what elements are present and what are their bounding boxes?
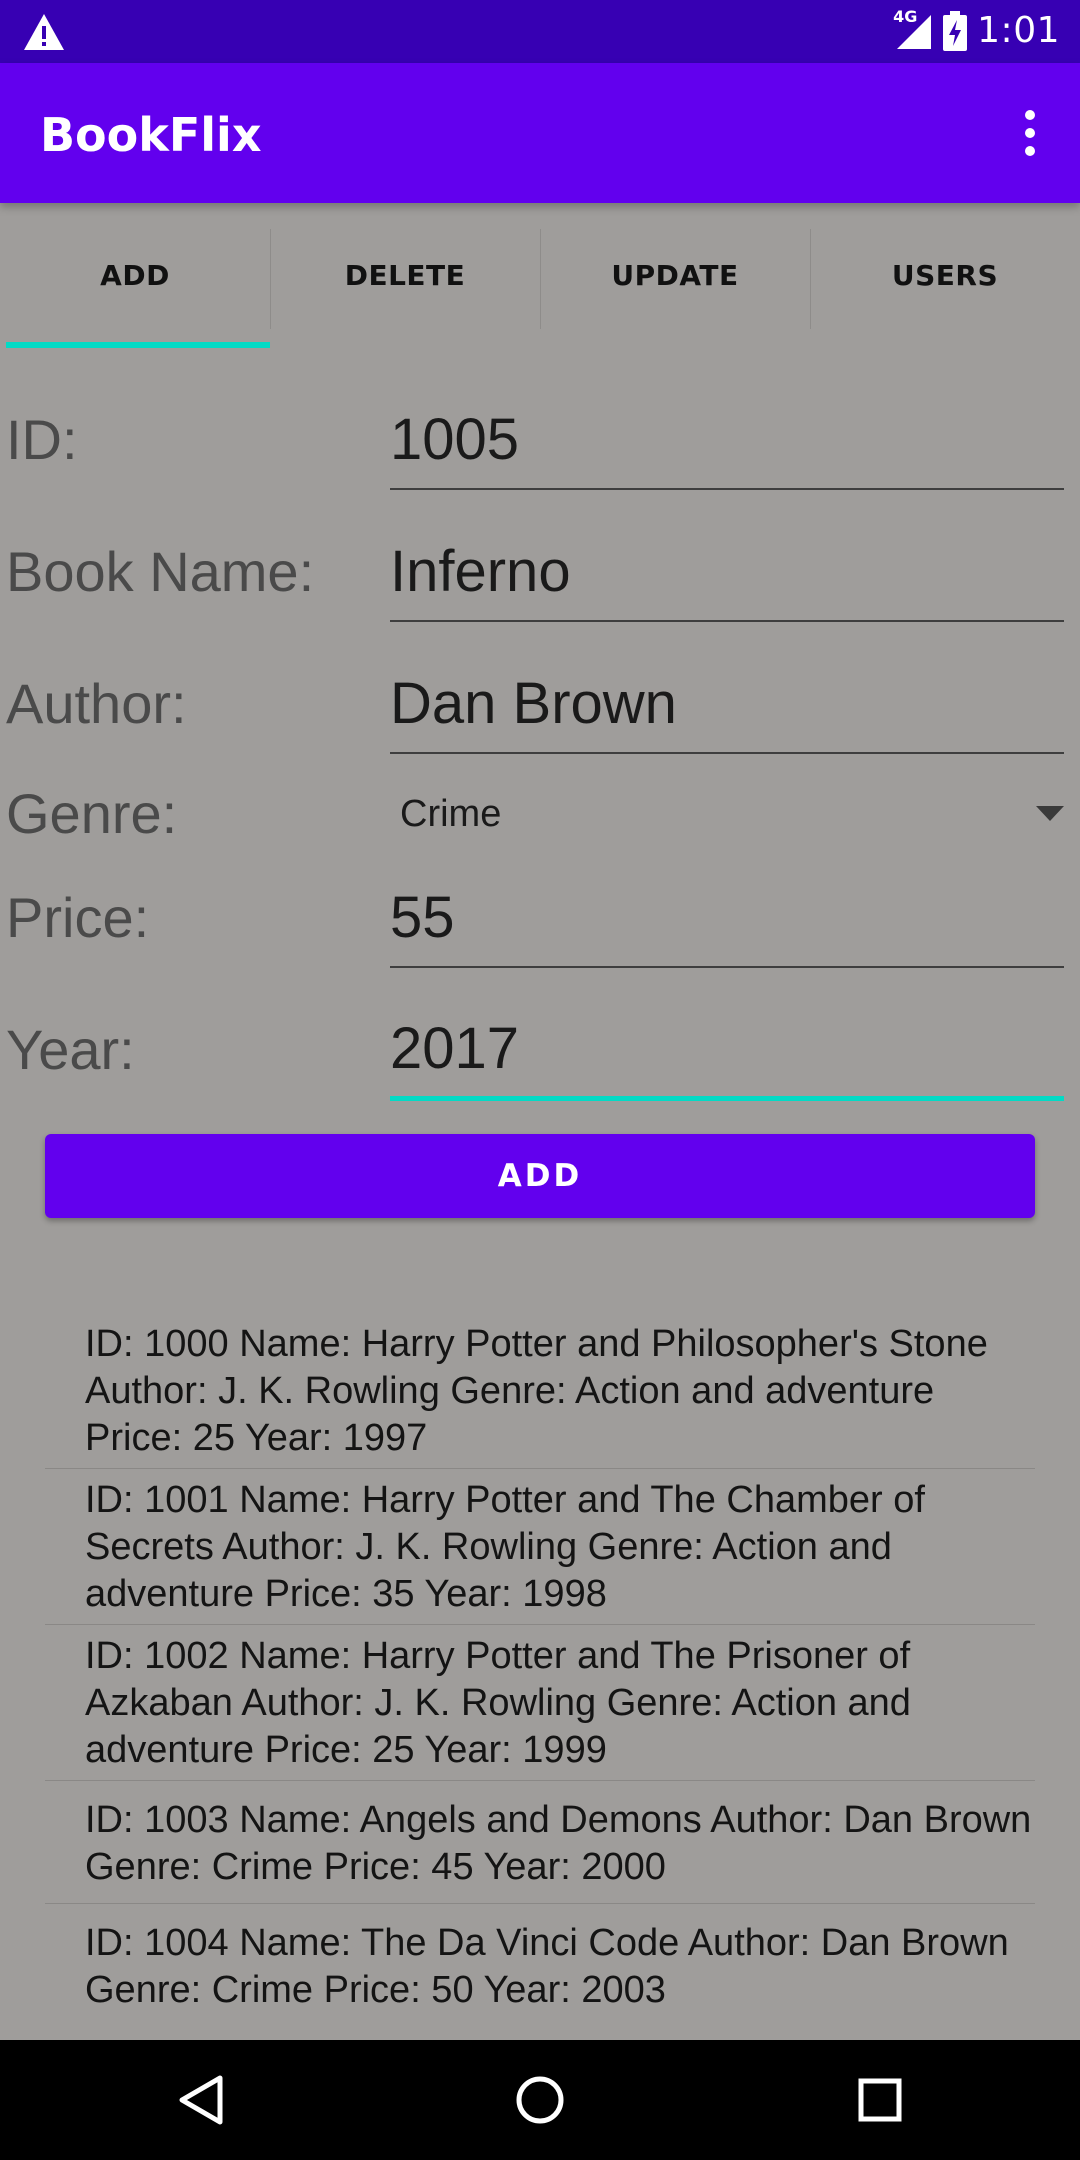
id-label: ID: xyxy=(6,408,78,471)
tab-update[interactable]: UPDATE xyxy=(540,203,810,347)
book-name-field[interactable] xyxy=(390,522,1064,622)
tab-bar: ADD DELETE UPDATE USERS xyxy=(0,203,1080,348)
app-bar: BookFlix xyxy=(0,63,1080,203)
recents-icon[interactable] xyxy=(840,2060,920,2140)
book-name-row: Book Name: xyxy=(0,522,1080,622)
book-list: ID: 1000 Name: Harry Potter and Philosop… xyxy=(45,1313,1035,2020)
genre-label: Genre: xyxy=(6,782,178,845)
warning-icon xyxy=(22,12,66,52)
battery-charging-icon xyxy=(943,11,968,51)
tab-add[interactable]: ADD xyxy=(0,203,270,348)
add-button[interactable]: ADD xyxy=(45,1134,1035,1218)
price-field[interactable] xyxy=(390,868,1064,968)
list-item[interactable]: ID: 1002 Name: Harry Potter and The Pris… xyxy=(45,1625,1035,1781)
price-row: Price: xyxy=(0,868,1080,968)
book-name-label: Book Name: xyxy=(6,540,315,603)
author-field[interactable] xyxy=(390,654,1064,754)
id-field[interactable] xyxy=(390,390,1064,490)
year-row: Year: xyxy=(0,1000,1080,1101)
genre-selected-value: Crime xyxy=(400,793,502,835)
year-field[interactable] xyxy=(390,1000,1064,1101)
status-icons: 4G 1:01 xyxy=(893,7,1060,54)
list-item[interactable]: ID: 1003 Name: Angels and Demons Author:… xyxy=(45,1781,1035,1904)
list-item[interactable]: ID: 1000 Name: Harry Potter and Philosop… xyxy=(45,1313,1035,1469)
tab-users[interactable]: USERS xyxy=(810,203,1080,347)
home-icon[interactable] xyxy=(500,2060,580,2140)
more-vert-icon[interactable] xyxy=(1010,103,1050,163)
list-item[interactable]: ID: 1001 Name: Harry Potter and The Cham… xyxy=(45,1469,1035,1625)
status-bar: 4G 1:01 xyxy=(0,0,1080,63)
tab-delete[interactable]: DELETE xyxy=(270,203,540,347)
genre-row: Genre: Crime xyxy=(0,764,1080,864)
list-item[interactable]: ID: 1004 Name: The Da Vinci Code Author:… xyxy=(45,1904,1035,2020)
app-title: BookFlix xyxy=(40,108,262,162)
back-icon[interactable] xyxy=(160,2060,240,2140)
year-label: Year: xyxy=(6,1018,135,1081)
author-row: Author: xyxy=(0,654,1080,754)
genre-dropdown[interactable]: Crime xyxy=(390,764,1064,864)
id-row: ID: xyxy=(0,390,1080,490)
author-label: Author: xyxy=(6,672,187,735)
status-time: 1:01 xyxy=(977,10,1060,51)
signal-icon: 4G xyxy=(893,7,933,51)
dropdown-arrow-icon xyxy=(1036,806,1064,821)
price-label: Price: xyxy=(6,886,150,949)
navigation-bar xyxy=(0,2040,1080,2160)
